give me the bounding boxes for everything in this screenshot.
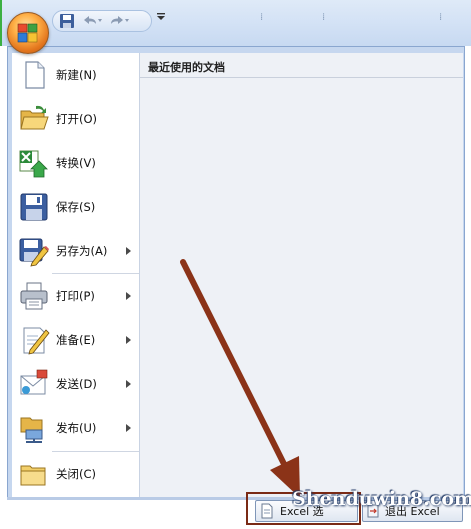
submenu-arrow-icon <box>126 247 131 255</box>
customize-dropdown-icon <box>157 13 165 20</box>
office-logo-icon <box>17 23 38 43</box>
menu-item-new[interactable]: 新建(N) <box>12 54 139 96</box>
new-document-icon <box>25 61 45 89</box>
recent-documents-title: 最近使用的文档 <box>148 61 225 74</box>
redo-icon <box>111 16 129 24</box>
open-folder-icon <box>20 105 49 130</box>
menu-item-label: 保存(S) <box>56 200 96 214</box>
menu-item-print[interactable]: 打印(P) <box>12 275 139 317</box>
office-button[interactable] <box>7 12 49 54</box>
submenu-arrow-icon <box>126 424 131 432</box>
options-icon <box>261 503 273 519</box>
save-icon <box>60 14 74 28</box>
menu-item-convert[interactable]: 转换(V) <box>12 142 139 184</box>
submenu-arrow-icon <box>126 380 131 388</box>
submenu-arrow-icon <box>126 336 131 344</box>
menu-item-send[interactable]: 发送(D) <box>12 363 139 405</box>
ribbon-grip: ⁞ <box>260 12 265 23</box>
menu-separator <box>52 451 139 452</box>
menu-item-label: 发送(D) <box>56 377 97 391</box>
window-edge <box>0 0 2 46</box>
menu-item-save[interactable]: 保存(S) <box>12 186 139 228</box>
save-as-icon <box>19 238 49 267</box>
customize-qat-button[interactable] <box>157 13 165 24</box>
menu-item-label: 打印(P) <box>56 289 95 303</box>
menu-item-label: 关闭(C) <box>56 467 97 481</box>
menu-item-prepare[interactable]: 准备(E) <box>12 319 139 361</box>
menu-item-label: 打开(O) <box>56 112 98 126</box>
publish-icon <box>20 417 43 443</box>
menu-item-save-as[interactable]: 另存为(A) <box>12 230 139 272</box>
menu-item-open[interactable]: 打开(O) <box>12 98 139 140</box>
ribbon-grip: ⁞ <box>322 12 327 23</box>
menu-item-label: 另存为(A) <box>56 244 108 258</box>
menu-separator <box>52 273 139 274</box>
recent-documents-header: 最近使用的文档 <box>140 53 463 78</box>
prepare-icon <box>23 327 50 355</box>
recent-documents-panel: 最近使用的文档 <box>140 53 463 497</box>
quick-access-toolbar <box>52 10 152 32</box>
save-qat-button[interactable] <box>59 12 75 30</box>
menu-command-list: 新建(N) 打开(O) 转换(V) 保存(S) 另存为(A) 打印(P) 准备(… <box>12 53 140 497</box>
convert-excel-icon <box>19 150 48 178</box>
menu-item-label: 转换(V) <box>56 156 96 170</box>
save-disk-icon <box>20 193 48 221</box>
send-icon <box>20 369 48 395</box>
close-folder-icon <box>20 465 46 486</box>
menu-item-publish[interactable]: 发布(U) <box>12 407 139 449</box>
menu-item-label: 发布(U) <box>56 421 97 435</box>
menu-item-close[interactable]: 关闭(C) <box>12 453 139 495</box>
printer-icon <box>20 282 48 310</box>
menu-item-label: 新建(N) <box>56 68 97 82</box>
undo-button[interactable] <box>81 12 103 30</box>
redo-button[interactable] <box>109 12 131 30</box>
submenu-arrow-icon <box>126 292 131 300</box>
watermark-text: Shenduwin8.com <box>292 488 471 510</box>
menu-item-label: 准备(E) <box>56 333 96 347</box>
ribbon-grip: ⁞ <box>439 12 444 23</box>
undo-icon <box>84 16 102 24</box>
